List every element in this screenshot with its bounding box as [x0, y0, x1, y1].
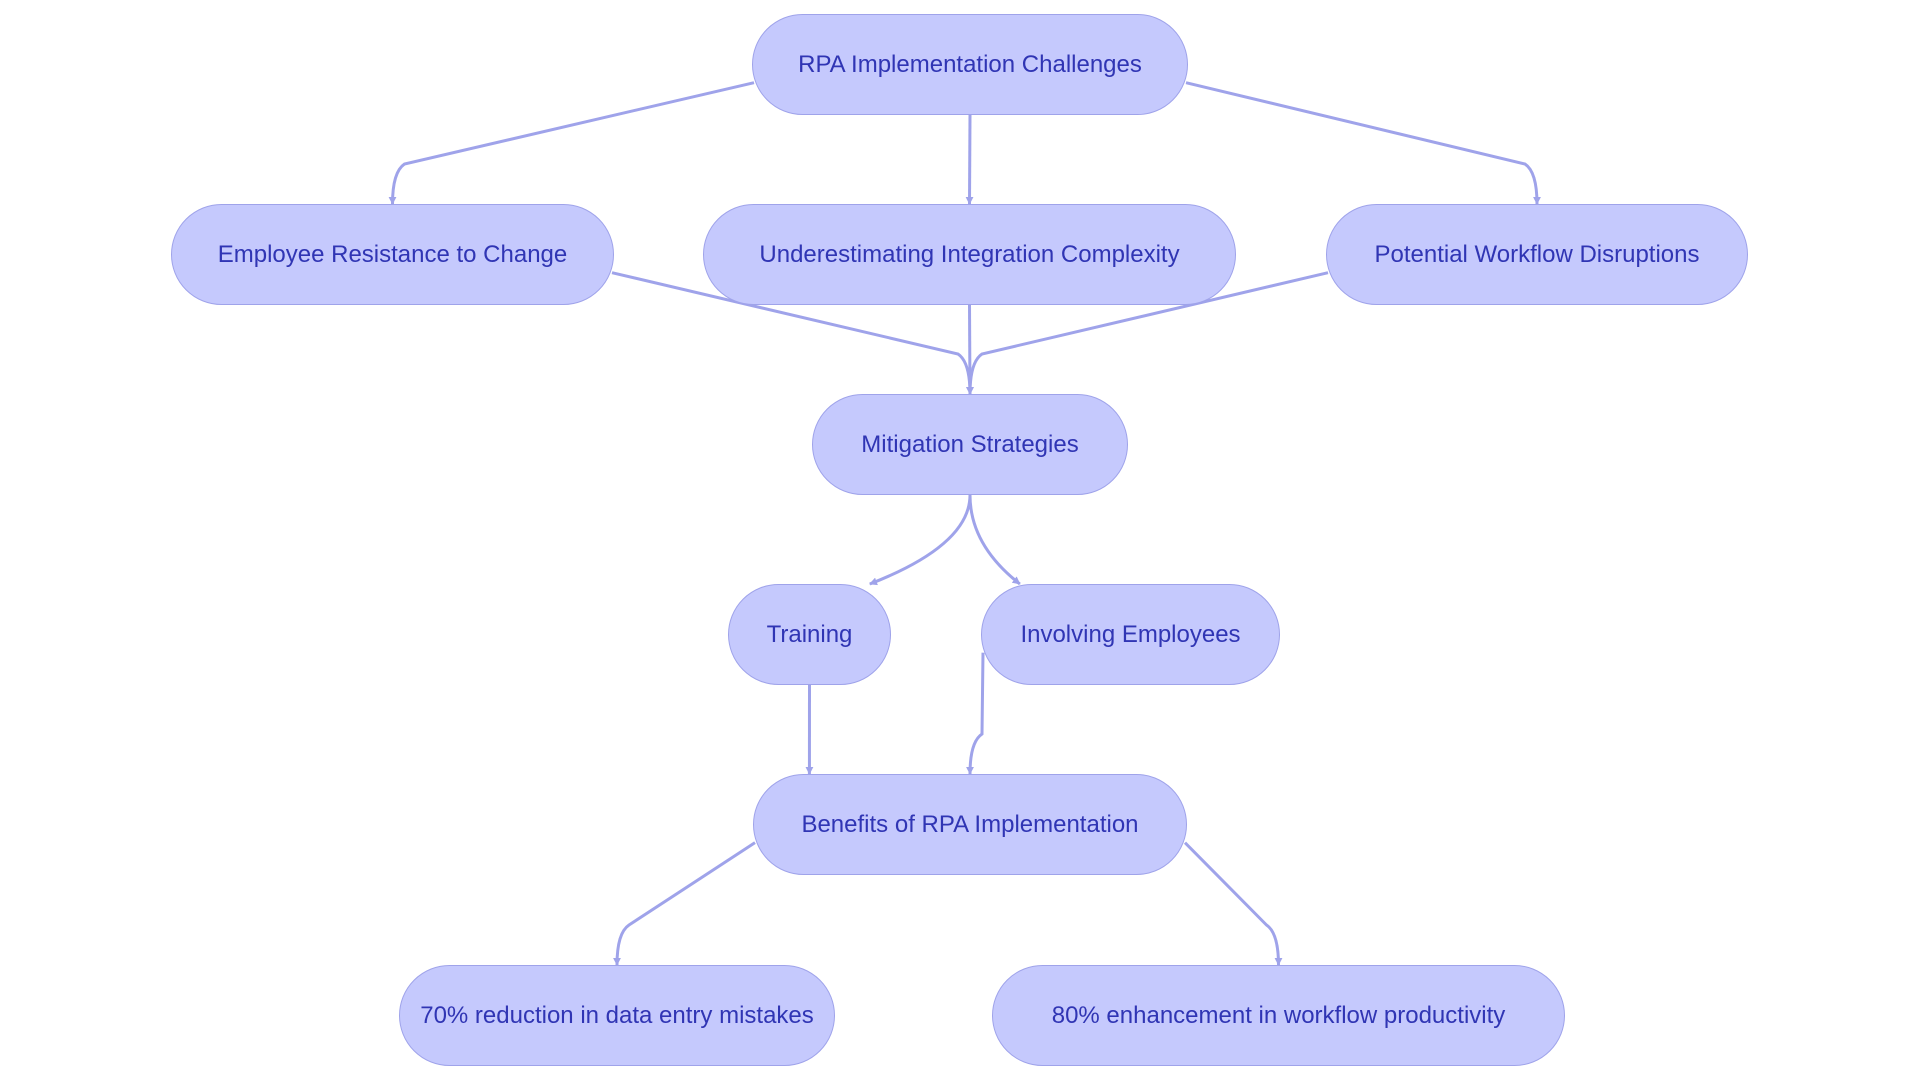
edge-challenges-to-disruptions	[1185, 81, 1541, 205]
node-label: 80% enhancement in workflow productivity	[1051, 1001, 1506, 1029]
flowchart-canvas: RPA Implementation Challenges Employee R…	[0, 0, 1920, 1083]
node-70-reduction[interactable]: 70% reduction in data entry mistakes	[399, 965, 835, 1066]
node-involving-employees[interactable]: Involving Employees	[981, 584, 1280, 685]
node-label: 70% reduction in data entry mistakes	[420, 1001, 814, 1029]
edge-challenges-to-resistance	[388, 81, 755, 205]
node-benefits[interactable]: Benefits of RPA Implementation	[753, 774, 1187, 875]
node-label: Potential Workflow Disruptions	[1374, 240, 1700, 268]
node-label: Underestimating Integration Complexity	[759, 240, 1180, 268]
node-label: Employee Resistance to Change	[217, 240, 568, 268]
node-employee-resistance[interactable]: Employee Resistance to Change	[171, 204, 614, 305]
node-integration-complexity[interactable]: Underestimating Integration Complexity	[703, 204, 1236, 305]
node-label: Mitigation Strategies	[861, 430, 1079, 458]
edges-layer	[388, 81, 1541, 966]
node-80-enhancement[interactable]: 80% enhancement in workflow productivity	[992, 965, 1565, 1066]
node-label: Benefits of RPA Implementation	[801, 810, 1139, 838]
node-mitigation-strategies[interactable]: Mitigation Strategies	[812, 394, 1128, 495]
edge-mitigation-to-training	[869, 494, 972, 586]
node-label: Involving Employees	[1020, 620, 1241, 648]
node-training[interactable]: Training	[728, 584, 891, 685]
edge-mitigation-to-involving	[968, 494, 1021, 586]
node-label: RPA Implementation Challenges	[798, 50, 1142, 78]
node-label: Training	[766, 620, 853, 648]
edge-involving-to-benefits	[966, 652, 985, 775]
edge-benefits-to-reduction	[613, 841, 756, 966]
edge-challenges-to-integration	[965, 114, 974, 205]
node-rpa-implementation-challenges[interactable]: RPA Implementation Challenges	[752, 14, 1188, 115]
edge-benefits-to-enhancement	[1183, 841, 1283, 966]
node-workflow-disruptions[interactable]: Potential Workflow Disruptions	[1326, 204, 1748, 305]
